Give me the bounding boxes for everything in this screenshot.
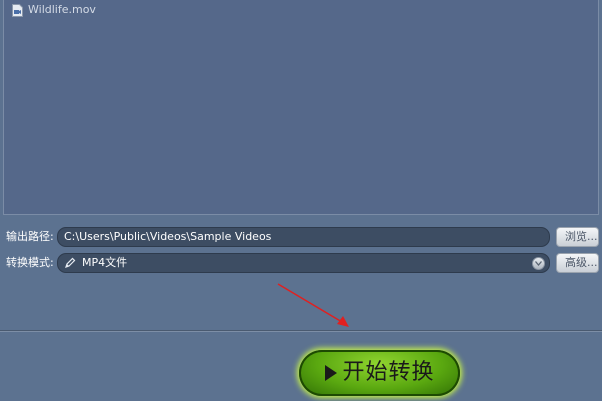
conversion-mode-value: MP4文件 (82, 256, 128, 269)
pencil-icon (65, 257, 76, 268)
dropdown-button[interactable] (532, 257, 545, 270)
advanced-button[interactable]: 高级... (556, 253, 599, 273)
output-path-value: C:\Users\Public\Videos\Sample Videos (64, 230, 272, 243)
file-list-item[interactable]: Wildlife.mov (12, 2, 96, 18)
video-converter-window: Wildlife.mov 输出路径: C:\Users\Public\Video… (0, 0, 602, 401)
browse-button[interactable]: 浏览... (556, 227, 599, 247)
conversion-mode-select[interactable]: MP4文件 (57, 253, 550, 273)
divider (0, 330, 602, 332)
file-list[interactable]: Wildlife.mov (3, 0, 599, 215)
start-conversion-label: 开始转换 (342, 360, 435, 385)
output-path-field[interactable]: C:\Users\Public\Videos\Sample Videos (57, 227, 550, 247)
start-conversion-button[interactable]: 开始转换 (299, 350, 460, 396)
output-path-row: 输出路径: C:\Users\Public\Videos\Sample Vide… (0, 227, 602, 247)
conversion-mode-label: 转换模式: (6, 256, 54, 269)
play-icon (325, 365, 338, 381)
output-path-label: 输出路径: (6, 230, 54, 243)
chevron-down-icon (535, 261, 542, 266)
video-file-icon (12, 3, 23, 17)
conversion-mode-row: 转换模式: MP4文件 高级... (0, 253, 602, 273)
file-name: Wildlife.mov (28, 3, 96, 16)
